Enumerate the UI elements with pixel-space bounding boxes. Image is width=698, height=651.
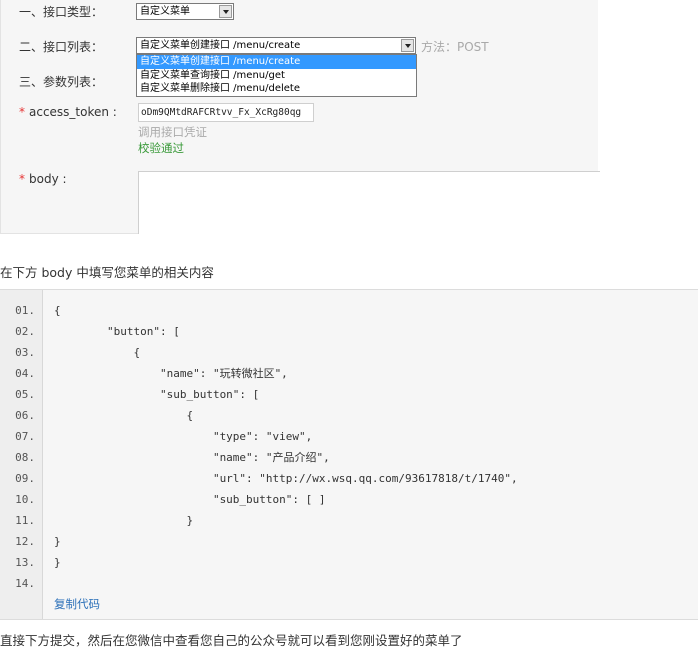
line-number: 05.: [15, 388, 35, 401]
line-number: 09.: [15, 472, 35, 485]
api-list-select[interactable]: 自定义菜单创建接口 /menu/create: [136, 37, 416, 54]
access-token-label-text: access_token :: [29, 105, 117, 119]
code-text: "name": "玩转微社区",: [54, 367, 288, 380]
code-text: "name": "产品介绍",: [54, 451, 330, 464]
instruction-top: 在下方 body 中填写您菜单的相关内容: [0, 265, 214, 280]
body-label: * body :: [19, 172, 67, 186]
code-text: "url": "http://wx.wsq.qq.com/93617818/t/…: [54, 472, 518, 485]
line-number: 02.: [15, 325, 35, 338]
params-label: 三、参数列表：: [19, 75, 104, 89]
code-text: "sub_button": [: [54, 388, 260, 401]
required-mark: *: [19, 105, 25, 119]
body-label-text: body :: [29, 172, 67, 186]
line-number: 04.: [15, 367, 35, 380]
line-number: 14.: [15, 577, 35, 590]
code-text: }: [54, 535, 61, 548]
code-text: {: [54, 304, 61, 317]
copy-code-link[interactable]: 复制代码: [54, 596, 100, 612]
line-number: 07.: [15, 430, 35, 443]
line-number: 08.: [15, 451, 35, 464]
access-token-hint: 调用接口凭证: [138, 125, 207, 139]
code-text: }: [54, 556, 61, 569]
api-form-panel: 一、接口类型： 自定义菜单 二、接口列表： 自定义菜单创建接口 /menu/cr…: [0, 0, 600, 234]
api-option-get[interactable]: 自定义菜单查询接口 /menu/get: [137, 69, 416, 83]
line-number: 11.: [15, 514, 35, 527]
api-list-select-value: 自定义菜单创建接口 /menu/create: [140, 40, 301, 51]
api-option-create[interactable]: 自定义菜单创建接口 /menu/create: [137, 55, 416, 69]
api-type-select[interactable]: 自定义菜单: [136, 3, 234, 20]
access-token-input[interactable]: oDm9QMtdRAFCRtvv_Fx_XcRg80qg: [138, 103, 314, 122]
line-number: 12.: [15, 535, 35, 548]
body-textarea[interactable]: [138, 171, 600, 234]
required-mark: *: [19, 172, 25, 186]
code-text: }: [54, 514, 194, 527]
api-list-label: 二、接口列表：: [19, 40, 104, 54]
dropdown-arrow-icon[interactable]: [219, 5, 232, 18]
line-number: 10.: [15, 493, 35, 506]
api-list-dropdown: 自定义菜单创建接口 /menu/create 自定义菜单查询接口 /menu/g…: [136, 54, 417, 97]
dropdown-arrow-icon[interactable]: [401, 39, 414, 52]
instruction-bottom: 直接下方提交，然后在您微信中查看您自己的公众号就可以看到您刚设置好的菜单了: [0, 633, 463, 648]
code-text: "type": "view",: [54, 430, 313, 443]
code-text: "button": [: [54, 325, 180, 338]
line-number: 06.: [15, 409, 35, 422]
code-text: "sub_button": [ ]: [54, 493, 326, 506]
line-number: 03.: [15, 346, 35, 359]
http-method-text: 方法：POST: [421, 40, 489, 54]
code-block: 01. {02. "button": [ 03. {04. "name": "玩转微…: [0, 289, 698, 620]
api-type-select-value: 自定义菜单: [140, 6, 190, 17]
code-text: {: [54, 346, 141, 359]
line-number: 13.: [15, 556, 35, 569]
code-text: {: [54, 409, 194, 422]
api-option-delete[interactable]: 自定义菜单删除接口 /menu/delete: [137, 82, 416, 96]
access-token-label: * access_token :: [19, 105, 117, 119]
api-type-label: 一、接口类型：: [19, 5, 104, 19]
access-token-status: 校验通过: [138, 141, 184, 155]
line-number: 01.: [15, 304, 35, 317]
